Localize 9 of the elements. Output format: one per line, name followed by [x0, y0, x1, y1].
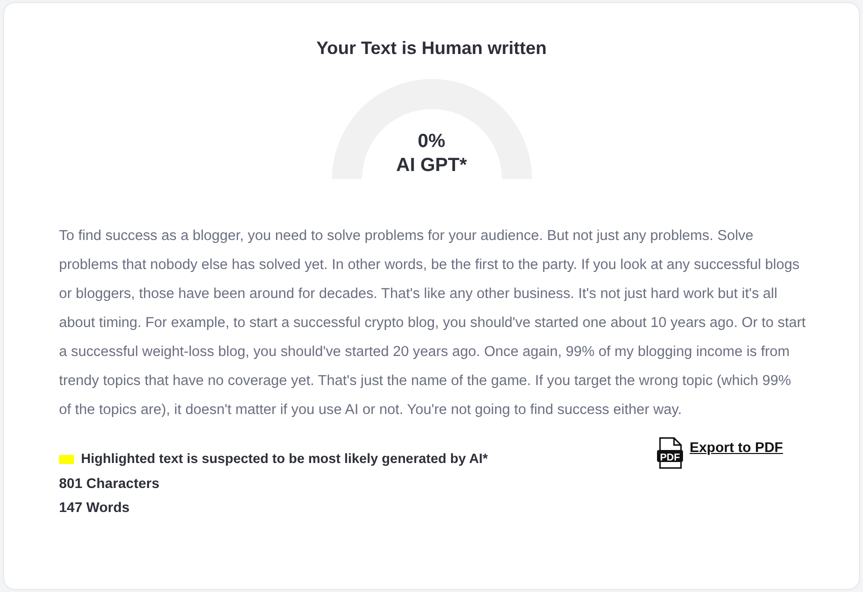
stat-text: 147 Words — [59, 498, 131, 517]
stat-text: 801 Characters — [59, 474, 160, 493]
analyzed-text: To find success as a blogger, you need to solve problems for your audience. But not just any problems. Solve problems that nobody else has solved yet. In other words, be the first to the party. If you look at any successful blogs or bloggers, those have been around for decades. That's like any other business. It's not just hard work but it's all about timing. For example, to start a successful crypto blog, you should've started one about 10 years ago. Or to start a successful weight-loss blog, you should've started 20 years ago. Once again, 99% of my blogging income is from trendy topics that have no coverage yet. That's just the name of the game. If you target the wrong topic (which 99% of the topics are), it doesn't matter if you use AI or not. You're not going to find success either way. — [59, 227, 807, 420]
gauge-value: 0% — [418, 130, 446, 154]
pdf-file-icon[interactable]: PDF — [656, 437, 684, 469]
gauge-label: AI GPT* — [396, 154, 467, 178]
legend-label: Highlighted text is suspected to be most likely generated by AI* — [81, 450, 488, 468]
result-title: Your Text is Human written — [316, 37, 547, 59]
export-pdf-link[interactable]: Export to PDF — [690, 437, 783, 458]
